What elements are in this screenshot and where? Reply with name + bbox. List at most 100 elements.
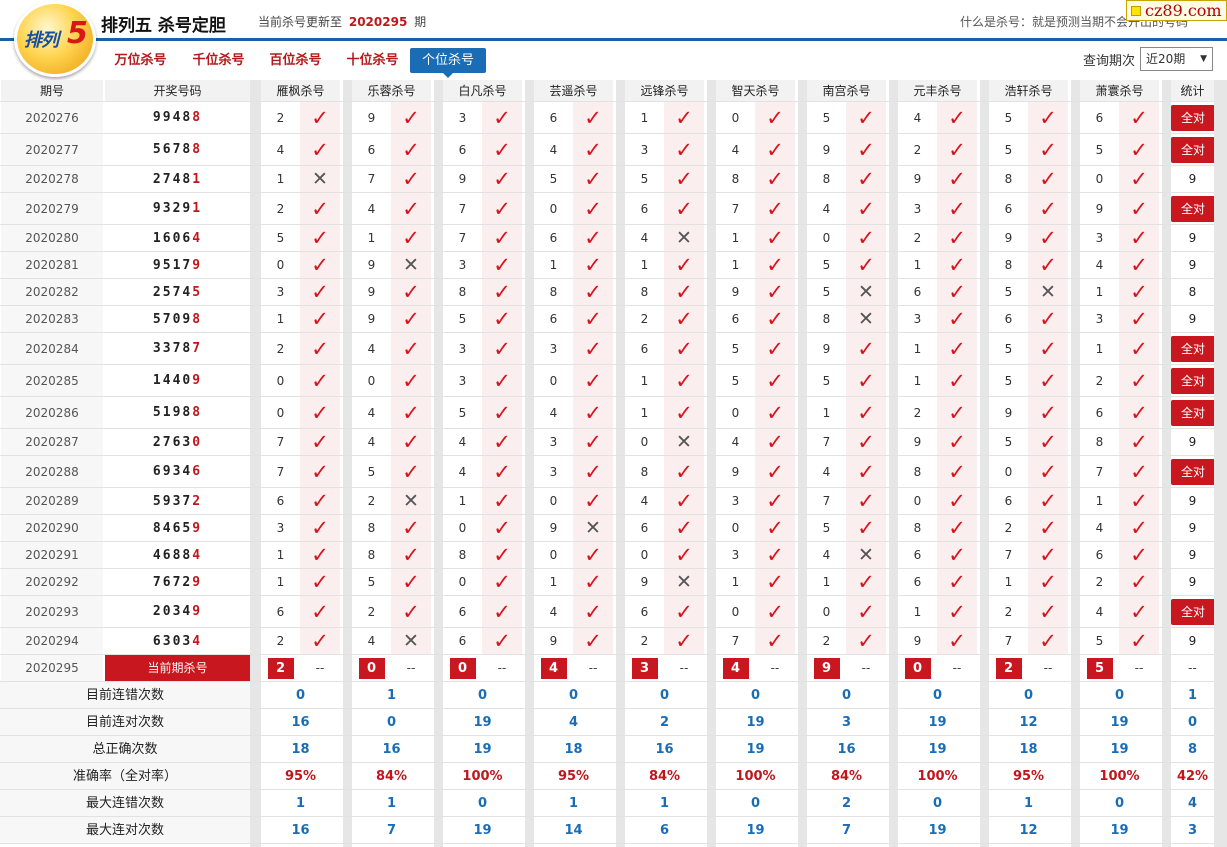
- check-icon: ✓: [1119, 166, 1159, 193]
- check-icon: ✓: [482, 306, 522, 333]
- kill-number: 0: [534, 193, 573, 225]
- draw-number: 59372: [105, 488, 250, 515]
- check-icon: ✓: [1119, 569, 1159, 596]
- draw-last-digit: 9: [192, 604, 203, 619]
- stat-badge-text: 全对: [1171, 368, 1214, 394]
- stat-value: 19: [1080, 709, 1159, 736]
- kill-number: 1: [625, 102, 664, 134]
- current-kill-number: 0: [898, 655, 937, 682]
- kill-number: 0: [625, 429, 664, 456]
- kill-number: 2: [261, 193, 300, 225]
- stat-value: 0: [898, 790, 977, 817]
- check-icon: ✓: [937, 252, 977, 279]
- stat-all-correct-badge: 全对: [1171, 596, 1214, 628]
- kill-number: 7: [443, 225, 482, 252]
- draw-last-digit: 8: [192, 110, 203, 125]
- kill-number: 7: [807, 488, 846, 515]
- check-icon: ✓: [1119, 279, 1159, 306]
- check-icon: ✓: [664, 515, 704, 542]
- kill-number: 3: [261, 515, 300, 542]
- col-header-stat: 统计: [1171, 80, 1214, 102]
- check-icon: ✓: [391, 542, 431, 569]
- check-icon: ✓: [391, 429, 431, 456]
- kill-number: 0: [261, 397, 300, 429]
- period-cell: 2020277: [1, 134, 103, 166]
- period-select[interactable]: 近20期 ▼: [1140, 47, 1213, 71]
- check-icon: ✓: [482, 569, 522, 596]
- stat-value: 95%: [534, 763, 613, 790]
- draw-number: 84659: [105, 515, 250, 542]
- tab-2[interactable]: 千位杀号: [181, 48, 256, 73]
- stat-count: 9: [1171, 569, 1214, 596]
- kill-number: 5: [443, 306, 482, 333]
- kill-number: 6: [898, 279, 937, 306]
- kill-number: 4: [443, 456, 482, 488]
- kill-number: 7: [1080, 456, 1119, 488]
- check-icon: ✓: [937, 456, 977, 488]
- check-icon: ✓: [1028, 488, 1068, 515]
- stat-total: 42%: [1171, 763, 1214, 790]
- check-icon: ✓: [846, 429, 886, 456]
- stat-badge-text: 全对: [1171, 196, 1214, 222]
- stat-row-label: 总正确次数: [0, 736, 250, 763]
- check-icon: ✓: [391, 515, 431, 542]
- kill-number: 9: [352, 252, 391, 279]
- check-icon: ✓: [1028, 456, 1068, 488]
- kill-number: 9: [352, 306, 391, 333]
- check-icon: ✓: [573, 628, 613, 655]
- kill-number: 4: [1080, 596, 1119, 628]
- tab-4[interactable]: 十位杀号: [335, 48, 410, 73]
- check-icon: ✓: [1119, 596, 1159, 628]
- page-header: 排列 5 排列五 杀号定胆 当前杀号更新至 2020295 期 什么是杀号：就是…: [0, 0, 1227, 80]
- col-header-expert: 智天杀号: [716, 80, 795, 102]
- kill-number: 1: [898, 596, 937, 628]
- check-icon: ✓: [391, 166, 431, 193]
- stat-value: 7: [352, 817, 431, 844]
- col-header-expert: 浩轩杀号: [989, 80, 1068, 102]
- stat-value: 6: [625, 817, 704, 844]
- tab-3[interactable]: 百位杀号: [258, 48, 333, 73]
- period-cell: 2020282: [1, 279, 103, 306]
- query-label: 查询期次: [1083, 54, 1136, 69]
- check-icon: ✓: [482, 333, 522, 365]
- cross-icon: ✕: [300, 166, 340, 193]
- kill-number: 6: [625, 596, 664, 628]
- check-icon: ✓: [937, 569, 977, 596]
- check-icon: ✓: [573, 429, 613, 456]
- kill-number: 9: [534, 515, 573, 542]
- stat-value: 19: [443, 709, 522, 736]
- check-icon: ✓: [846, 252, 886, 279]
- kill-number: 8: [1080, 429, 1119, 456]
- stat-value: 19: [898, 736, 977, 763]
- check-icon: ✓: [391, 333, 431, 365]
- stat-value: 19: [898, 817, 977, 844]
- tab-1[interactable]: 万位杀号: [103, 48, 178, 73]
- draw-number: 69346: [105, 456, 250, 488]
- check-icon: ✓: [482, 252, 522, 279]
- column-gap: [798, 80, 807, 847]
- check-icon: ✓: [846, 397, 886, 429]
- kill-number: 9: [807, 333, 846, 365]
- check-icon: ✓: [937, 429, 977, 456]
- check-icon: ✓: [1028, 225, 1068, 252]
- check-icon: ✓: [391, 397, 431, 429]
- stat-all-correct-badge: 全对: [1171, 102, 1214, 134]
- stat-value: 19: [716, 817, 795, 844]
- current-kill-number: 2: [989, 655, 1028, 682]
- draw-digits: 2574: [152, 285, 193, 300]
- kill-number: 2: [898, 397, 937, 429]
- check-icon: ✓: [300, 569, 340, 596]
- kill-number: 0: [261, 365, 300, 397]
- brand-badge[interactable]: cz89.com: [1126, 0, 1227, 21]
- check-icon: ✓: [1119, 456, 1159, 488]
- header-divider: [0, 38, 1227, 41]
- kill-number: 1: [261, 569, 300, 596]
- kill-number: 6: [443, 628, 482, 655]
- stat-row-label: 目前连错次数: [0, 682, 250, 709]
- tab-5[interactable]: 个位杀号: [410, 48, 486, 78]
- check-icon: ✓: [391, 306, 431, 333]
- stat-value: 1: [352, 682, 431, 709]
- check-icon: ✓: [482, 488, 522, 515]
- stat-value: 100%: [1080, 763, 1159, 790]
- kill-number: 8: [989, 166, 1028, 193]
